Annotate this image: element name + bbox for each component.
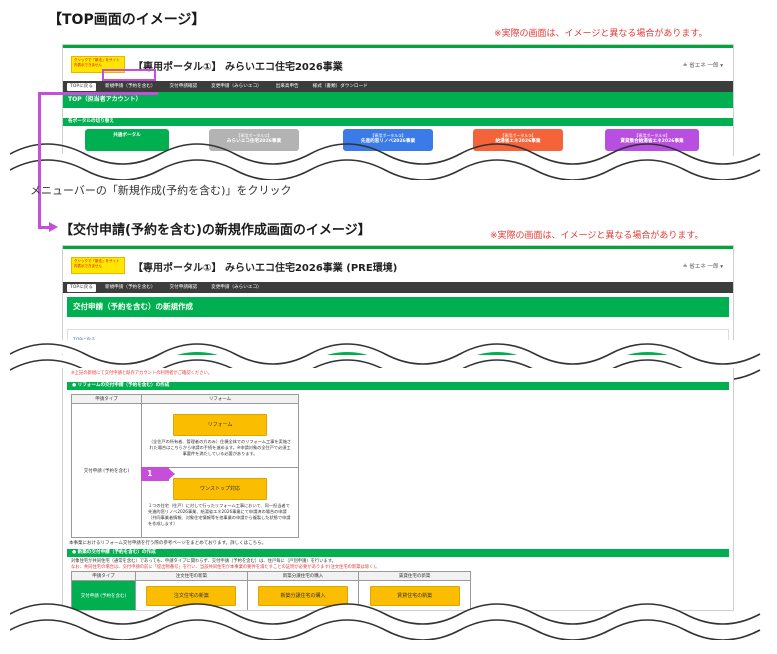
one-stop-button[interactable]: ワンストップ対応 (173, 478, 267, 500)
new-col-purchase: 新築分譲住宅の購入 (246, 571, 360, 581)
reform-col-reform: リフォーム (141, 394, 299, 404)
portal-header: クリックで「新法」をサイト内表示できません 【専用ポータル①】 みらいエコ住宅2… (63, 45, 733, 81)
arrow-connector (38, 92, 158, 95)
portal-logo-2: クリックで「新法」をサイト内表示できません (71, 257, 125, 274)
nav-change-application[interactable]: 変更申請（みらいエコ） (204, 81, 269, 92)
page-title: 交付申請（予約を含む）の新規作成 (67, 297, 729, 317)
nav-progress-report[interactable]: 出来高申告 (269, 81, 306, 92)
new-col-custom: 注文住宅の新築 (135, 571, 248, 581)
top-screen-heading: 【TOP画面のイメージ】 (48, 12, 206, 28)
reform-table: 申請タイプ リフォーム 交付申請 (予約を含む) リフォーム （全住戸の所有者、… (71, 394, 299, 538)
reform-footer: 本事業におけるリフォーム交付申請を行う際の参考ページをまとめております。詳しくは… (69, 541, 267, 546)
top-banner: TOP（担当者アカウント） (63, 92, 733, 108)
nav-application-check-2[interactable]: 交付申請確認 (163, 282, 205, 293)
red-note: ※上記の新規にて交付申請と既存アカウントの利用者がご確認ください。 (71, 371, 213, 376)
cut-line-wave-3 (10, 603, 770, 640)
nav-home[interactable]: TOPに戻る (67, 82, 96, 91)
menu-bar: TOPに戻る 新規申請（予約を含む） 交付申請確認 変更申請（みらいエコ） 出来… (63, 81, 733, 92)
arrow-head-icon (49, 222, 58, 232)
user-menu-2[interactable]: ≗ 省エネ 一郎 ▾ (683, 262, 723, 270)
portal-title: 【専用ポータル①】 みらいエコ住宅2026事業 (133, 62, 343, 73)
step-arrow-icon (167, 467, 175, 481)
nav-new-application[interactable]: 新規申請（予約を含む） (98, 81, 163, 92)
portal-header-2: クリックで「新法」をサイト内表示できません 【専用ポータル①】 みらいエコ住宅2… (63, 246, 733, 282)
reform-section: ● リフォームの交付申請（予約を含む）の作成 (67, 382, 729, 390)
step-badge: 1 (141, 467, 169, 481)
portal-title-2: 【専用ポータル①】 みらいエコ住宅2026事業 (PRE環境) (133, 263, 398, 274)
new-col-rental: 賃貸住宅の新築 (358, 571, 471, 581)
new-build-section: ● 新築の交付申請（予約を含む）の作成 (67, 549, 729, 557)
nav-home-2[interactable]: TOPに戻る (67, 283, 96, 292)
one-stop-description: １つの住宅（住戸）に対して行ったリフォーム工事において、同一担当者で先進的窓リノ… (148, 503, 291, 526)
nav-application-check[interactable]: 交付申請確認 (163, 81, 205, 92)
reform-col-type: 申請タイプ (71, 394, 142, 404)
menu-bar-2: TOPに戻る 新規申請（予約を含む） 交付申請確認 変更申請（みらいエコ） (63, 282, 733, 293)
menu-highlight-box (102, 69, 156, 81)
reform-description: （全住戸の所有者、管理者の方のみ）住棟全体でのリフォーム工事を実施された場合はこ… (148, 439, 292, 456)
new-application-screenshot: クリックで「新法」をサイト内表示できません 【専用ポータル①】 みらいエコ住宅2… (62, 245, 734, 355)
cut-line-wave (10, 143, 770, 180)
new-application-heading: 【交付申請(予約を含む)の新規作成画面のイメージ】 (60, 223, 371, 238)
new-application-screenshot-lower: ※上記の新規にて交付申請と既存アカウントの利用者がご確認ください。 ● リフォー… (62, 368, 734, 611)
portal-switch-section: 各ポータルの切り替え (63, 118, 733, 126)
new-build-note-2: なお、共同住宅の場合は、交付申請の前に「提出物番号」を行い、当該共同住宅が本事業… (71, 565, 380, 570)
disclaimer-top: ※実際の画面は、イメージと異なる場合があります。 (494, 29, 708, 39)
instruction-text: メニューバーの「新規作成(予約を含む)」をクリック (30, 184, 292, 197)
reform-row-label: 交付申請 (予約を含む) (71, 403, 142, 538)
nav-form-download[interactable]: 様式（書類）ダウンロード (306, 81, 375, 92)
disclaimer-second: ※実際の画面は、イメージと異なる場合があります。 (490, 231, 704, 241)
reform-button[interactable]: リフォーム (173, 414, 267, 436)
user-menu[interactable]: ≗ 省エネ 一郎 ▾ (683, 61, 723, 69)
arrow-connector-vertical (38, 95, 41, 228)
nav-new-application-2[interactable]: 新規申請（予約を含む） (98, 282, 163, 293)
new-col-type: 申請タイプ (71, 571, 136, 581)
nav-change-application-2[interactable]: 変更申請（みらいエコ） (204, 282, 269, 293)
